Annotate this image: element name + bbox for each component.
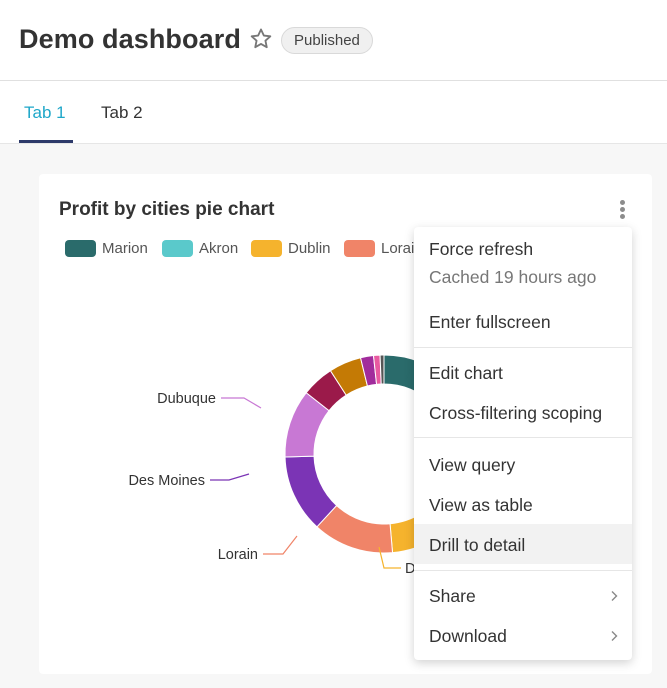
- chevron-right-icon: [611, 591, 618, 601]
- menu-item-view-query[interactable]: View query: [429, 455, 515, 476]
- chart-context-menu: Force refresh Cached 19 hours ago Enter …: [414, 227, 632, 660]
- menu-item-force-refresh[interactable]: Force refresh: [429, 239, 533, 260]
- tab-2[interactable]: Tab 2: [101, 103, 143, 123]
- menu-item-cached-info: Cached 19 hours ago: [429, 267, 597, 287]
- chevron-right-icon: [611, 631, 618, 641]
- menu-item-view-as-table[interactable]: View as table: [429, 495, 533, 516]
- dashboard-header: Demo dashboard Published: [0, 0, 667, 81]
- leader-line-dubuque: [221, 397, 262, 409]
- pie-slice-city-11[interactable]: [379, 354, 385, 385]
- menu-item-drill-to-detail[interactable]: Drill to detail: [429, 535, 525, 556]
- tab-1[interactable]: Tab 1: [24, 103, 66, 123]
- menu-item-download[interactable]: Download: [429, 626, 507, 647]
- active-tab-indicator: [19, 140, 73, 143]
- tab-bar: Tab 1 Tab 2: [0, 81, 667, 144]
- menu-item-enter-fullscreen[interactable]: Enter fullscreen: [429, 312, 551, 333]
- dashboard-title: Demo dashboard: [19, 24, 241, 54]
- menu-item-edit-chart[interactable]: Edit chart: [429, 363, 503, 384]
- menu-item-share[interactable]: Share: [429, 586, 476, 607]
- slice-label-lorain: Lorain: [218, 547, 258, 563]
- menu-divider: [414, 570, 632, 571]
- slice-label-des-moines: Des Moines: [128, 473, 205, 489]
- menu-item-cross-filtering-scoping[interactable]: Cross-filtering scoping: [429, 403, 602, 424]
- leader-line-lorain: [263, 535, 298, 555]
- menu-divider: [414, 437, 632, 438]
- slice-label-dubuque: Dubuque: [157, 391, 216, 407]
- menu-divider: [414, 347, 632, 348]
- star-outline-icon[interactable]: [248, 26, 274, 52]
- leader-line-des-moines: [210, 473, 250, 481]
- status-badge[interactable]: Published: [281, 27, 373, 54]
